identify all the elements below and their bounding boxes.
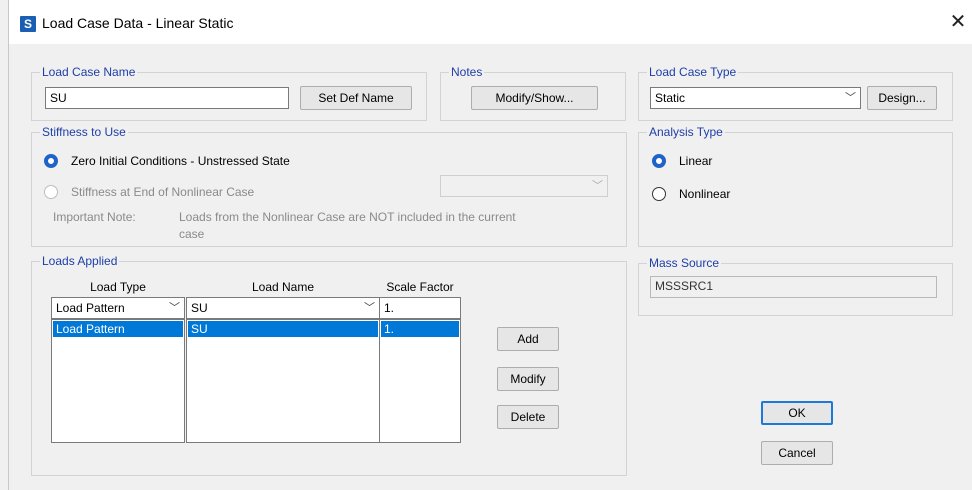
analysis-type-legend: Analysis Type (649, 125, 723, 139)
analysis-type-group: Analysis Type (638, 125, 953, 247)
ok-button[interactable]: OK (761, 401, 833, 425)
load-type-list[interactable]: Load Pattern (51, 319, 185, 443)
list-item[interactable]: 1. (381, 321, 459, 337)
loads-applied-legend: Loads Applied (42, 254, 118, 268)
radio-selected-icon[interactable] (652, 154, 666, 168)
list-item[interactable]: Load Pattern (53, 321, 183, 337)
notes-legend: Notes (451, 65, 483, 79)
radio-unselected-icon[interactable] (44, 185, 58, 199)
analysis-nonlinear-label: Nonlinear (679, 187, 731, 201)
load-name-list[interactable]: SU (186, 319, 380, 443)
load-case-type-value: Static (655, 91, 686, 105)
set-def-name-button[interactable]: Set Def Name (300, 86, 412, 110)
load-case-name-input[interactable]: SU (45, 87, 289, 109)
load-case-type-select[interactable]: Static ﹀ (650, 87, 861, 109)
nonlinear-case-select: ﹀ (440, 175, 608, 197)
close-icon[interactable]: ✕ (947, 11, 969, 33)
chevron-down-icon: ﹀ (364, 302, 375, 314)
chevron-down-icon: ﹀ (592, 180, 603, 192)
modify-load-button[interactable]: Modify (497, 367, 559, 391)
important-note-line1: Loads from the Nonlinear Case are NOT in… (179, 210, 516, 224)
load-case-dialog: S Load Case Data - Linear Static ✕ Load … (8, 0, 972, 490)
load-name-select[interactable]: SU ﹀ (186, 297, 380, 319)
chevron-down-icon: ﹀ (169, 302, 180, 314)
list-item[interactable]: SU (188, 321, 378, 337)
important-note-label: Important Note: (53, 210, 136, 224)
load-case-name-legend: Load Case Name (42, 65, 136, 79)
stiffness-zero-label: Zero Initial Conditions - Unstressed Sta… (71, 154, 290, 168)
stiffness-end-nonlinear-label: Stiffness at End of Nonlinear Case (71, 185, 255, 199)
scale-factor-input[interactable]: 1. (379, 297, 461, 319)
scale-factor-header: Scale Factor (386, 280, 454, 294)
modify-show-notes-button[interactable]: Modify/Show... (471, 86, 598, 110)
load-name-value: SU (191, 301, 208, 315)
mass-source-field: MSSSRC1 (650, 276, 937, 298)
load-type-value: Load Pattern (56, 301, 125, 315)
delete-load-button[interactable]: Delete (497, 405, 559, 429)
add-load-button[interactable]: Add (497, 327, 559, 351)
scale-factor-list[interactable]: 1. (379, 319, 461, 443)
load-name-header: Load Name (251, 280, 315, 294)
radio-unselected-icon[interactable] (652, 187, 666, 201)
window-title: Load Case Data - Linear Static (42, 15, 234, 31)
app-logo-icon: S (20, 16, 36, 32)
load-type-select[interactable]: Load Pattern ﹀ (51, 297, 185, 319)
important-note-line2: case (179, 227, 205, 241)
radio-selected-icon[interactable] (44, 154, 58, 168)
design-button[interactable]: Design... (867, 86, 937, 110)
chevron-down-icon: ﹀ (845, 92, 856, 104)
load-type-header: Load Type (90, 280, 146, 294)
cancel-button[interactable]: Cancel (761, 441, 833, 465)
analysis-linear-label: Linear (679, 154, 713, 168)
title-bar: S Load Case Data - Linear Static ✕ (9, 0, 972, 44)
stiffness-legend: Stiffness to Use (42, 125, 126, 139)
load-case-type-legend: Load Case Type (649, 65, 737, 79)
mass-source-legend: Mass Source (649, 256, 720, 270)
